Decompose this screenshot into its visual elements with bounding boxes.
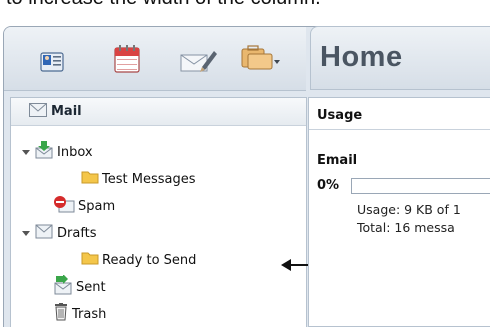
sidebar-item-label: Sent bbox=[76, 279, 106, 295]
mail-section-header[interactable]: Mail bbox=[11, 98, 306, 126]
mail-header-icon bbox=[29, 102, 47, 121]
sidebar-item-label: Drafts bbox=[57, 225, 97, 241]
sidebar-item-trash[interactable]: Trash bbox=[53, 303, 107, 325]
mail-header-title: Mail bbox=[51, 104, 82, 119]
sidebar-item-label: Spam bbox=[78, 198, 116, 214]
home-header: Home bbox=[310, 26, 490, 90]
trash-icon bbox=[53, 303, 69, 325]
sidebar-item-drafts[interactable]: Drafts bbox=[22, 223, 97, 243]
sidebar-item-ready-to-send[interactable]: Ready to Send bbox=[81, 250, 196, 270]
divider bbox=[309, 129, 490, 130]
compose-icon[interactable] bbox=[180, 47, 218, 77]
usage-panel: Usage Email 0% Usage: 9 KB of 1 Total: 1… bbox=[308, 97, 490, 327]
usage-total-text: Total: 16 messa bbox=[357, 220, 455, 235]
usage-percent: 0% bbox=[317, 178, 340, 193]
expand-arrow-icon[interactable] bbox=[22, 230, 30, 236]
inbox-icon bbox=[34, 141, 54, 163]
email-section-title: Email bbox=[317, 153, 358, 168]
spam-icon bbox=[53, 195, 75, 217]
sidebar-item-label: Ready to Send bbox=[102, 252, 197, 268]
sidebar-item-inbox[interactable]: Inbox bbox=[22, 141, 93, 163]
expand-arrow-icon[interactable] bbox=[22, 149, 30, 155]
page-title: Home bbox=[320, 41, 403, 73]
sidebar-item-test-messages[interactable]: Test Messages bbox=[81, 169, 195, 189]
usage-progress-bar bbox=[351, 178, 490, 194]
calendar-icon[interactable] bbox=[114, 45, 140, 77]
sidebar-item-sent[interactable]: Sent bbox=[53, 274, 106, 299]
sidebar-item-label: Trash bbox=[72, 306, 107, 322]
app-toolbar bbox=[4, 27, 306, 91]
sidebar-item-label: Inbox bbox=[57, 144, 93, 160]
briefcase-icon[interactable] bbox=[240, 45, 280, 75]
usage-amount-text: Usage: 9 KB of 1 bbox=[357, 202, 461, 217]
sent-icon bbox=[53, 274, 73, 299]
drafts-icon bbox=[34, 223, 54, 243]
folder-icon bbox=[81, 251, 99, 269]
mail-sidebar: Mail Inbox Test Messages Spam Drafts Rea… bbox=[10, 97, 307, 327]
caption-text: to increase the width of the column. bbox=[6, 0, 321, 10]
usage-title: Usage bbox=[317, 108, 363, 123]
contacts-icon[interactable] bbox=[40, 51, 64, 77]
folder-icon bbox=[81, 170, 99, 188]
sidebar-item-spam[interactable]: Spam bbox=[53, 196, 115, 216]
sidebar-item-label: Test Messages bbox=[102, 171, 196, 187]
